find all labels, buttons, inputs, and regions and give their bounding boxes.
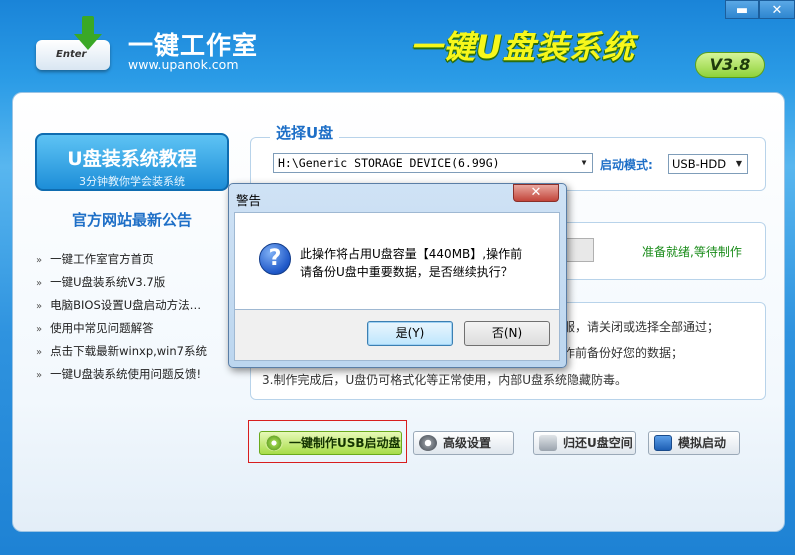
boot-mode-label: 启动模式: xyxy=(600,158,653,172)
chevron-down-icon: ▼ xyxy=(581,158,587,167)
brand-url: www.upanok.com xyxy=(128,57,239,72)
close-button[interactable]: ✕ xyxy=(759,0,795,19)
note-line-2: 作前备份好您的数据； xyxy=(563,346,684,360)
boot-mode-value: USB-HDD xyxy=(672,157,727,171)
disc-icon xyxy=(265,435,283,451)
news-item[interactable]: » 电脑BIOS设置U盘启动方法… xyxy=(36,294,236,317)
dialog-message-line-2: 请备份U盘中重要数据，是否继续执行？ xyxy=(300,265,513,279)
logo: Enter xyxy=(34,16,112,72)
news-item[interactable]: » 一键工作室官方首页 xyxy=(36,248,236,271)
news-item-label[interactable]: 使用中常见问题解答 xyxy=(50,321,154,335)
note-line-1: 服，请关闭或选择全部通过； xyxy=(563,320,720,334)
news-item[interactable]: » 一键U盘装系统V3.7版 xyxy=(36,271,236,294)
news-item-label[interactable]: 一键U盘装系统使用问题反馈! xyxy=(50,367,201,381)
down-arrow-icon xyxy=(82,16,94,36)
logo-key-text: Enter xyxy=(56,49,87,60)
advanced-settings-label: 高级设置 xyxy=(443,436,492,450)
restore-space-label: 归还U盘空间 xyxy=(563,436,633,450)
tutorial-subtitle: 3分钟教你学会装系统 xyxy=(79,175,185,188)
news-item[interactable]: » 一键U盘装系统使用问题反馈! xyxy=(36,363,236,386)
bullet-icon: » xyxy=(36,301,43,312)
advanced-settings-button[interactable]: 高级设置 xyxy=(413,431,514,455)
news-item[interactable]: » 点击下载最新winxp,win7系统 xyxy=(36,340,236,363)
yes-button[interactable]: 是(Y) xyxy=(367,321,453,346)
simulate-boot-button[interactable]: 模拟启动 xyxy=(648,431,740,455)
question-icon: ? xyxy=(259,243,291,275)
down-arrow-head-icon xyxy=(74,34,102,50)
select-usb-legend: 选择U盘 xyxy=(270,122,340,143)
minimize-button[interactable]: ▬ xyxy=(725,0,759,19)
make-usb-boot-button[interactable]: 一键制作USB启动盘 xyxy=(259,431,402,455)
boot-mode-select[interactable]: USB-HDD ▼ xyxy=(668,154,748,174)
bullet-icon: » xyxy=(36,324,43,335)
drive-select[interactable]: H:\Generic STORAGE DEVICE(6.99G) ▼ xyxy=(273,153,593,173)
dialog-message-line-1: 此操作将占用U盘容量【440MB】,操作前 xyxy=(300,247,523,261)
bullet-icon: » xyxy=(36,347,43,358)
news-list: » 一键工作室官方首页 » 一键U盘装系统V3.7版 » 电脑BIOS设置U盘启动方法… xyxy=(36,248,236,386)
tutorial-button[interactable]: U盘装系统教程 3分钟教你学会装系统 xyxy=(35,133,229,191)
news-item[interactable]: » 使用中常见问题解答 xyxy=(36,317,236,340)
restore-space-button[interactable]: 归还U盘空间 xyxy=(533,431,636,455)
news-title: 官方网站最新公告 xyxy=(71,211,192,229)
dialog-title: 警告 xyxy=(236,193,262,208)
bullet-icon: » xyxy=(36,255,43,266)
make-usb-boot-label: 一键制作USB启动盘 xyxy=(289,436,401,450)
app-title: 一键U盘装系统 xyxy=(410,28,635,66)
status-text: 准备就绪,等待制作 xyxy=(642,245,742,259)
bullet-icon: » xyxy=(36,370,43,381)
simulate-boot-label: 模拟启动 xyxy=(678,436,727,450)
chevron-down-icon: ▼ xyxy=(735,159,743,168)
gear-icon xyxy=(419,435,437,451)
dialog-close-button[interactable]: ✕ xyxy=(513,184,559,202)
monitor-icon xyxy=(654,435,672,451)
news-item-label[interactable]: 一键工作室官方首页 xyxy=(50,252,154,266)
news-item-label[interactable]: 一键U盘装系统V3.7版 xyxy=(50,275,165,289)
version-badge: V3.8 xyxy=(695,52,765,78)
bullet-icon: » xyxy=(36,278,43,289)
note-line-3: 3.制作完成后，U盘仍可格式化等正常使用，内部U盘系统隐藏防毒。 xyxy=(262,373,628,387)
news-item-label[interactable]: 点击下载最新winxp,win7系统 xyxy=(50,344,207,358)
drive-select-value: H:\Generic STORAGE DEVICE(6.99G) xyxy=(278,156,500,170)
news-item-label[interactable]: 电脑BIOS设置U盘启动方法… xyxy=(50,298,201,312)
no-button[interactable]: 否(N) xyxy=(464,321,550,346)
tutorial-title: U盘装系统教程 xyxy=(67,148,197,170)
drive-restore-icon xyxy=(539,435,557,451)
